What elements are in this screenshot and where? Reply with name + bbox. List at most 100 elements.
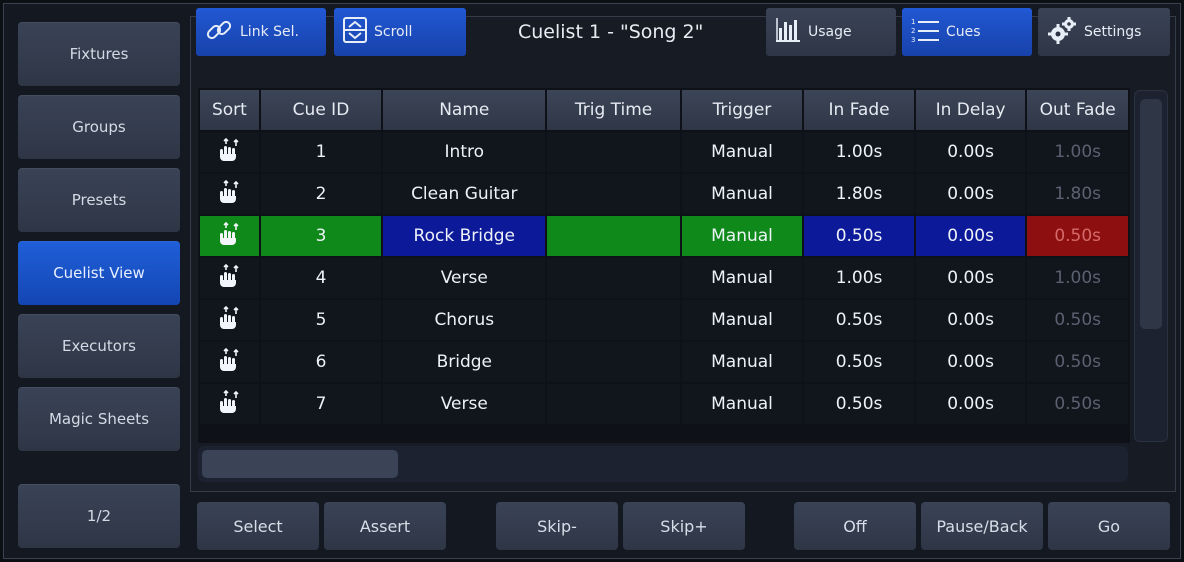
go-button[interactable]: Go [1048,502,1170,550]
cell-name[interactable]: Verse [383,258,546,298]
column-header-out-fade[interactable]: Out Fade [1027,90,1128,130]
cell-in-delay[interactable]: 0.00s [915,384,1026,424]
sort-handle-cell[interactable] [200,384,259,424]
column-header-trigger[interactable]: Trigger [681,90,803,130]
sort-handle-cell[interactable] [200,132,259,172]
cell-name[interactable]: Intro [383,132,546,172]
table-row[interactable]: 4 Verse Manual 1.00s 0.00s 1.00s [200,258,1128,298]
sort-handle-cell[interactable] [200,300,259,340]
cell-trigger[interactable]: Manual [681,132,803,172]
cell-cue-id[interactable]: 3 [260,216,382,256]
cell-in-fade[interactable]: 1.00s [804,258,914,298]
column-header-in-fade[interactable]: In Fade [804,90,914,130]
cell-in-delay[interactable]: 0.00s [915,342,1026,382]
table-row[interactable]: 5 Chorus Manual 0.50s 0.00s 0.50s [200,300,1128,340]
cell-out-fade[interactable]: 1.00s [1027,132,1128,172]
table-row[interactable]: 6 Bridge Manual 0.50s 0.00s 0.50s [200,342,1128,382]
sidebar-item-fixtures[interactable]: Fixtures [18,22,180,86]
off-button[interactable]: Off [794,502,916,550]
cell-name[interactable]: Rock Bridge [383,216,546,256]
table-row[interactable]: 2 Clean Guitar Manual 1.80s 0.00s 1.80s [200,174,1128,214]
vertical-scrollbar[interactable] [1134,90,1168,442]
cell-cue-id[interactable]: 6 [260,342,382,382]
cell-trig-time[interactable] [547,216,680,256]
select-button[interactable]: Select [197,502,319,550]
drag-hand-icon[interactable] [218,263,240,293]
cell-in-delay[interactable]: 0.00s [915,216,1026,256]
cell-out-fade[interactable]: 1.00s [1027,258,1128,298]
sidebar-item-cuelist-view[interactable]: Cuelist View [18,241,180,305]
cell-in-fade[interactable]: 1.80s [804,174,914,214]
cell-in-delay[interactable]: 0.00s [915,132,1026,172]
cell-trigger[interactable]: Manual [681,258,803,298]
cell-in-delay[interactable]: 0.00s [915,258,1026,298]
cell-trig-time[interactable] [547,174,680,214]
cell-in-fade[interactable]: 0.50s [804,384,914,424]
cell-trigger[interactable]: Manual [681,300,803,340]
cues-button[interactable]: 123 Cues [902,8,1032,56]
cell-cue-id[interactable]: 7 [260,384,382,424]
horizontal-scrollbar-thumb[interactable] [202,450,398,478]
cell-name[interactable]: Verse [383,384,546,424]
sort-handle-cell[interactable] [200,174,259,214]
sort-handle-cell[interactable] [200,342,259,382]
table-row[interactable]: 3 Rock Bridge Manual 0.50s 0.00s 0.50s [200,216,1128,256]
cell-name[interactable]: Chorus [383,300,546,340]
cell-cue-id[interactable]: 2 [260,174,382,214]
usage-button[interactable]: Usage [766,8,896,56]
cell-trig-time[interactable] [547,132,680,172]
cell-trigger[interactable]: Manual [681,216,803,256]
table-row[interactable]: 1 Intro Manual 1.00s 0.00s 1.00s [200,132,1128,172]
cell-cue-id[interactable]: 4 [260,258,382,298]
vertical-scrollbar-thumb[interactable] [1140,99,1162,329]
skip-minus-button[interactable]: Skip- [496,502,618,550]
page-indicator-button[interactable]: 1/2 [18,484,180,548]
cell-trig-time[interactable] [547,258,680,298]
cell-name[interactable]: Clean Guitar [383,174,546,214]
cell-in-fade[interactable]: 1.00s [804,132,914,172]
cell-in-fade[interactable]: 0.50s [804,216,914,256]
sidebar-item-magic-sheets[interactable]: Magic Sheets [18,387,180,451]
cell-cue-id[interactable]: 1 [260,132,382,172]
cell-out-fade[interactable]: 0.50s [1027,342,1128,382]
scroll-button[interactable]: Scroll [334,8,466,56]
cell-out-fade[interactable]: 0.50s [1027,300,1128,340]
cell-in-delay[interactable]: 0.00s [915,174,1026,214]
drag-hand-icon[interactable] [218,347,240,377]
sidebar-item-groups[interactable]: Groups [18,95,180,159]
link-sel-button[interactable]: Link Sel. [196,8,326,56]
sort-handle-cell[interactable] [200,216,259,256]
table-row[interactable]: 7 Verse Manual 0.50s 0.00s 0.50s [200,384,1128,424]
cell-in-delay[interactable]: 0.00s [915,300,1026,340]
drag-hand-icon[interactable] [218,389,240,419]
settings-button[interactable]: Settings [1038,8,1170,56]
cell-trigger[interactable]: Manual [681,342,803,382]
cell-out-fade[interactable]: 1.80s [1027,174,1128,214]
cell-name[interactable]: Bridge [383,342,546,382]
column-header-name[interactable]: Name [383,90,546,130]
column-header-trig-time[interactable]: Trig Time [547,90,680,130]
cell-out-fade[interactable]: 0.50s [1027,384,1128,424]
cell-trig-time[interactable] [547,384,680,424]
sidebar-item-presets[interactable]: Presets [18,168,180,232]
cell-in-fade[interactable]: 0.50s [804,342,914,382]
drag-hand-icon[interactable] [218,179,240,209]
cell-trig-time[interactable] [547,300,680,340]
cell-trigger[interactable]: Manual [681,384,803,424]
sidebar-item-executors[interactable]: Executors [18,314,180,378]
drag-hand-icon[interactable] [218,305,240,335]
cell-trig-time[interactable] [547,342,680,382]
column-header-cue-id[interactable]: Cue ID [260,90,382,130]
cell-trigger[interactable]: Manual [681,174,803,214]
assert-button[interactable]: Assert [324,502,446,550]
column-header-sort[interactable]: Sort [200,90,259,130]
drag-hand-icon[interactable] [218,137,240,167]
cell-in-fade[interactable]: 0.50s [804,300,914,340]
pause-back-button[interactable]: Pause/Back [921,502,1043,550]
column-header-in-delay[interactable]: In Delay [915,90,1026,130]
sort-handle-cell[interactable] [200,258,259,298]
cell-out-fade[interactable]: 0.50s [1027,216,1128,256]
skip-plus-button[interactable]: Skip+ [623,502,745,550]
horizontal-scrollbar[interactable] [198,446,1128,482]
cell-cue-id[interactable]: 5 [260,300,382,340]
